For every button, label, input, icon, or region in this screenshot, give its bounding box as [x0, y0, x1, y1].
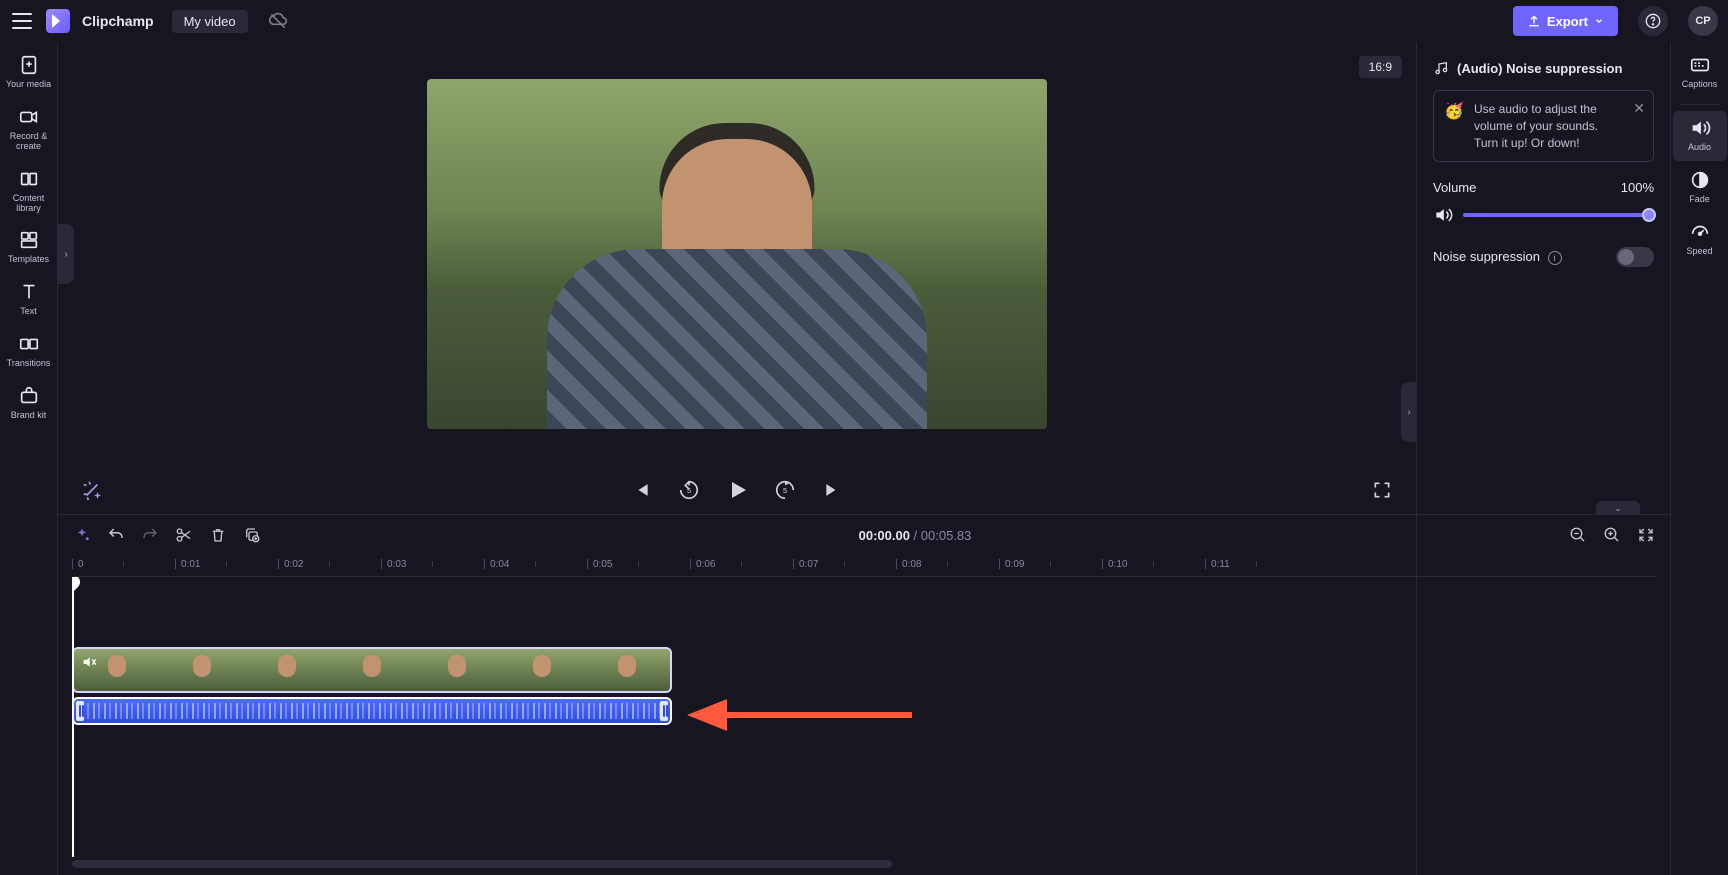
svg-text:5: 5	[687, 486, 691, 495]
clip-mute-icon[interactable]	[80, 653, 98, 671]
audio-clip[interactable]	[72, 697, 672, 725]
party-emoji-icon: 🥳	[1444, 101, 1464, 123]
sidebar-content-library[interactable]: Content library	[2, 162, 56, 222]
text-icon	[18, 281, 40, 303]
tab-audio[interactable]: Audio	[1673, 111, 1727, 161]
audio-icon	[1689, 117, 1711, 139]
divider	[1680, 104, 1720, 105]
collapse-right-panel-handle[interactable]: ›	[1401, 382, 1417, 442]
library-icon	[18, 168, 40, 190]
captions-icon	[1689, 54, 1711, 76]
sidebar-your-media[interactable]: Your media	[2, 48, 56, 98]
tip-text: Use audio to adjust the volume of your s…	[1474, 102, 1598, 150]
speed-icon	[1689, 221, 1711, 243]
fullscreen-button[interactable]	[1368, 476, 1396, 504]
speaker-icon[interactable]	[1433, 205, 1453, 225]
current-timecode: 00:00.00	[859, 528, 910, 543]
sidebar-text[interactable]: Text	[2, 275, 56, 325]
stage: › 16:9 5 5	[58, 42, 1416, 514]
noise-suppression-label: Noise suppression	[1433, 249, 1540, 264]
next-frame-button[interactable]	[819, 476, 847, 504]
sidebar-transitions[interactable]: Transitions	[2, 327, 56, 377]
user-avatar[interactable]: CP	[1688, 6, 1718, 36]
redo-button	[140, 525, 160, 545]
fit-button[interactable]	[1636, 525, 1656, 545]
sidebar-templates[interactable]: Templates	[2, 223, 56, 273]
tab-captions[interactable]: Captions	[1673, 48, 1727, 98]
timeline-toolbar: 00:00.00 / 00:05.83	[58, 515, 1670, 555]
timeline-ruler[interactable]: 00:010:020:030:040:050:060:070:080:090:1…	[72, 555, 1656, 577]
play-button[interactable]	[723, 476, 751, 504]
info-icon[interactable]: i	[1548, 251, 1562, 265]
aspect-ratio-badge[interactable]: 16:9	[1359, 56, 1402, 78]
templates-icon	[18, 229, 40, 251]
rewind-5s-button[interactable]: 5	[675, 476, 703, 504]
timeline-collapse-handle[interactable]: ⌄	[1596, 501, 1640, 515]
menu-button[interactable]	[10, 9, 34, 33]
prev-frame-button[interactable]	[627, 476, 655, 504]
volume-value: 100%	[1621, 180, 1654, 195]
export-label: Export	[1547, 14, 1588, 29]
undo-button[interactable]	[106, 525, 126, 545]
tab-fade[interactable]: Fade	[1673, 163, 1727, 213]
record-icon	[18, 106, 40, 128]
music-note-icon	[1433, 60, 1449, 76]
split-button[interactable]	[174, 525, 194, 545]
left-sidebar: Your media Record & create Content libra…	[0, 42, 58, 875]
duplicate-button[interactable]	[242, 525, 262, 545]
sync-status-icon	[268, 11, 288, 31]
video-preview[interactable]	[427, 79, 1047, 429]
brand-name: Clipchamp	[82, 13, 154, 29]
zoom-out-button[interactable]	[1568, 525, 1588, 545]
tip-close-button[interactable]: ✕	[1633, 99, 1645, 119]
ai-enhance-button[interactable]	[78, 476, 106, 504]
volume-slider[interactable]	[1463, 213, 1654, 217]
video-clip[interactable]	[72, 647, 672, 693]
panel-title: (Audio) Noise suppression	[1433, 60, 1654, 76]
top-bar: Clipchamp My video Export CP	[0, 0, 1728, 42]
ai-sparkle-button[interactable]	[72, 525, 92, 545]
annotation-arrow	[682, 695, 922, 735]
zoom-in-button[interactable]	[1602, 525, 1622, 545]
help-button[interactable]	[1638, 6, 1668, 36]
delete-button[interactable]	[208, 525, 228, 545]
volume-slider-thumb[interactable]	[1642, 208, 1656, 222]
expand-left-panel-handle[interactable]: ›	[58, 224, 74, 284]
brandkit-icon	[18, 385, 40, 407]
fade-icon	[1689, 169, 1711, 191]
noise-suppression-toggle[interactable]	[1616, 247, 1654, 267]
export-button[interactable]: Export	[1513, 6, 1618, 36]
forward-5s-button[interactable]: 5	[771, 476, 799, 504]
audio-clip-left-handle[interactable]	[76, 701, 84, 721]
tab-speed[interactable]: Speed	[1673, 215, 1727, 265]
media-icon	[18, 54, 40, 76]
tip-callout: 🥳 ✕ Use audio to adjust the volume of yo…	[1433, 90, 1654, 162]
playhead[interactable]	[72, 577, 74, 857]
timeline: ⌄ 00:00.00 / 00:05.83 00:010:020:030:040…	[58, 514, 1670, 875]
audio-clip-right-handle[interactable]	[660, 701, 668, 721]
volume-label: Volume	[1433, 180, 1476, 195]
transitions-icon	[18, 333, 40, 355]
playback-controls: 5 5	[58, 466, 1416, 514]
right-sidebar: Captions Audio Fade Speed	[1670, 42, 1728, 875]
duration-timecode: 00:05.83	[921, 528, 972, 543]
svg-text:5: 5	[783, 486, 787, 495]
app-logo	[46, 9, 70, 33]
timeline-tracks[interactable]	[72, 577, 1656, 857]
sidebar-brand-kit[interactable]: Brand kit	[2, 379, 56, 429]
sidebar-record-create[interactable]: Record & create	[2, 100, 56, 160]
project-title[interactable]: My video	[172, 10, 248, 33]
preview-canvas[interactable]: › 16:9	[58, 42, 1416, 466]
timeline-horizontal-scrollbar[interactable]	[72, 857, 1656, 871]
